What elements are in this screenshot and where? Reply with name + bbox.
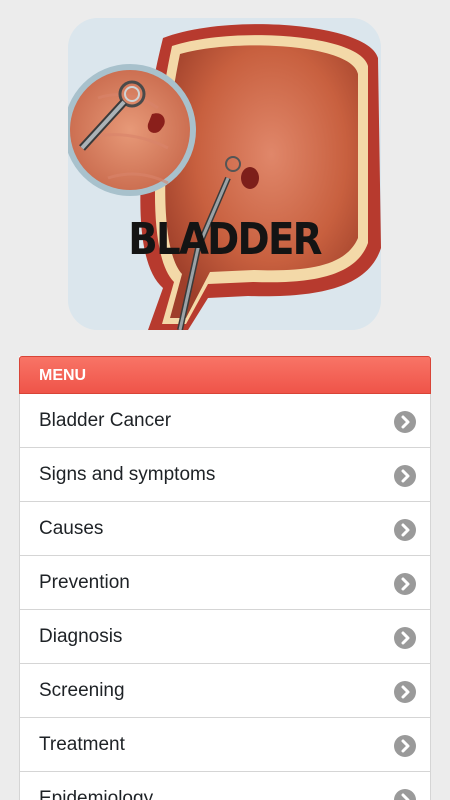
menu-item-label: Epidemiology xyxy=(39,788,154,800)
menu-item-treatment[interactable]: Treatment xyxy=(19,718,431,772)
chevron-right-icon xyxy=(394,573,416,595)
chevron-right-icon xyxy=(394,627,416,649)
menu-item-label: Screening xyxy=(39,680,125,701)
main-menu: MENU Bladder Cancer Signs and symptoms C… xyxy=(19,356,431,800)
menu-item-causes[interactable]: Causes xyxy=(19,502,431,556)
menu-item-label: Causes xyxy=(39,518,104,539)
menu-item-epidemiology[interactable]: Epidemiology xyxy=(19,772,431,800)
menu-item-screening[interactable]: Screening xyxy=(19,664,431,718)
menu-item-bladder-cancer[interactable]: Bladder Cancer xyxy=(19,394,431,448)
chevron-right-icon xyxy=(394,465,416,487)
banner-title: BLADDER xyxy=(128,214,322,265)
bladder-illustration xyxy=(68,18,381,330)
menu-item-label: Bladder Cancer xyxy=(39,410,172,431)
chevron-right-icon xyxy=(394,519,416,541)
bladder-banner-image: BLADDER xyxy=(68,18,381,330)
menu-item-label: Signs and symptoms xyxy=(39,464,216,485)
chevron-right-icon xyxy=(394,735,416,757)
menu-item-label: Prevention xyxy=(39,572,130,593)
chevron-right-icon xyxy=(394,681,416,703)
chevron-right-icon xyxy=(394,789,416,800)
menu-item-prevention[interactable]: Prevention xyxy=(19,556,431,610)
app-screen: BLADDER MENU Bladder Cancer Signs and sy… xyxy=(0,0,450,800)
menu-item-signs-and-symptoms[interactable]: Signs and symptoms xyxy=(19,448,431,502)
menu-item-label: Diagnosis xyxy=(39,626,123,647)
chevron-right-icon xyxy=(394,411,416,433)
menu-item-label: Treatment xyxy=(39,734,125,755)
menu-header: MENU xyxy=(19,356,431,394)
menu-item-diagnosis[interactable]: Diagnosis xyxy=(19,610,431,664)
